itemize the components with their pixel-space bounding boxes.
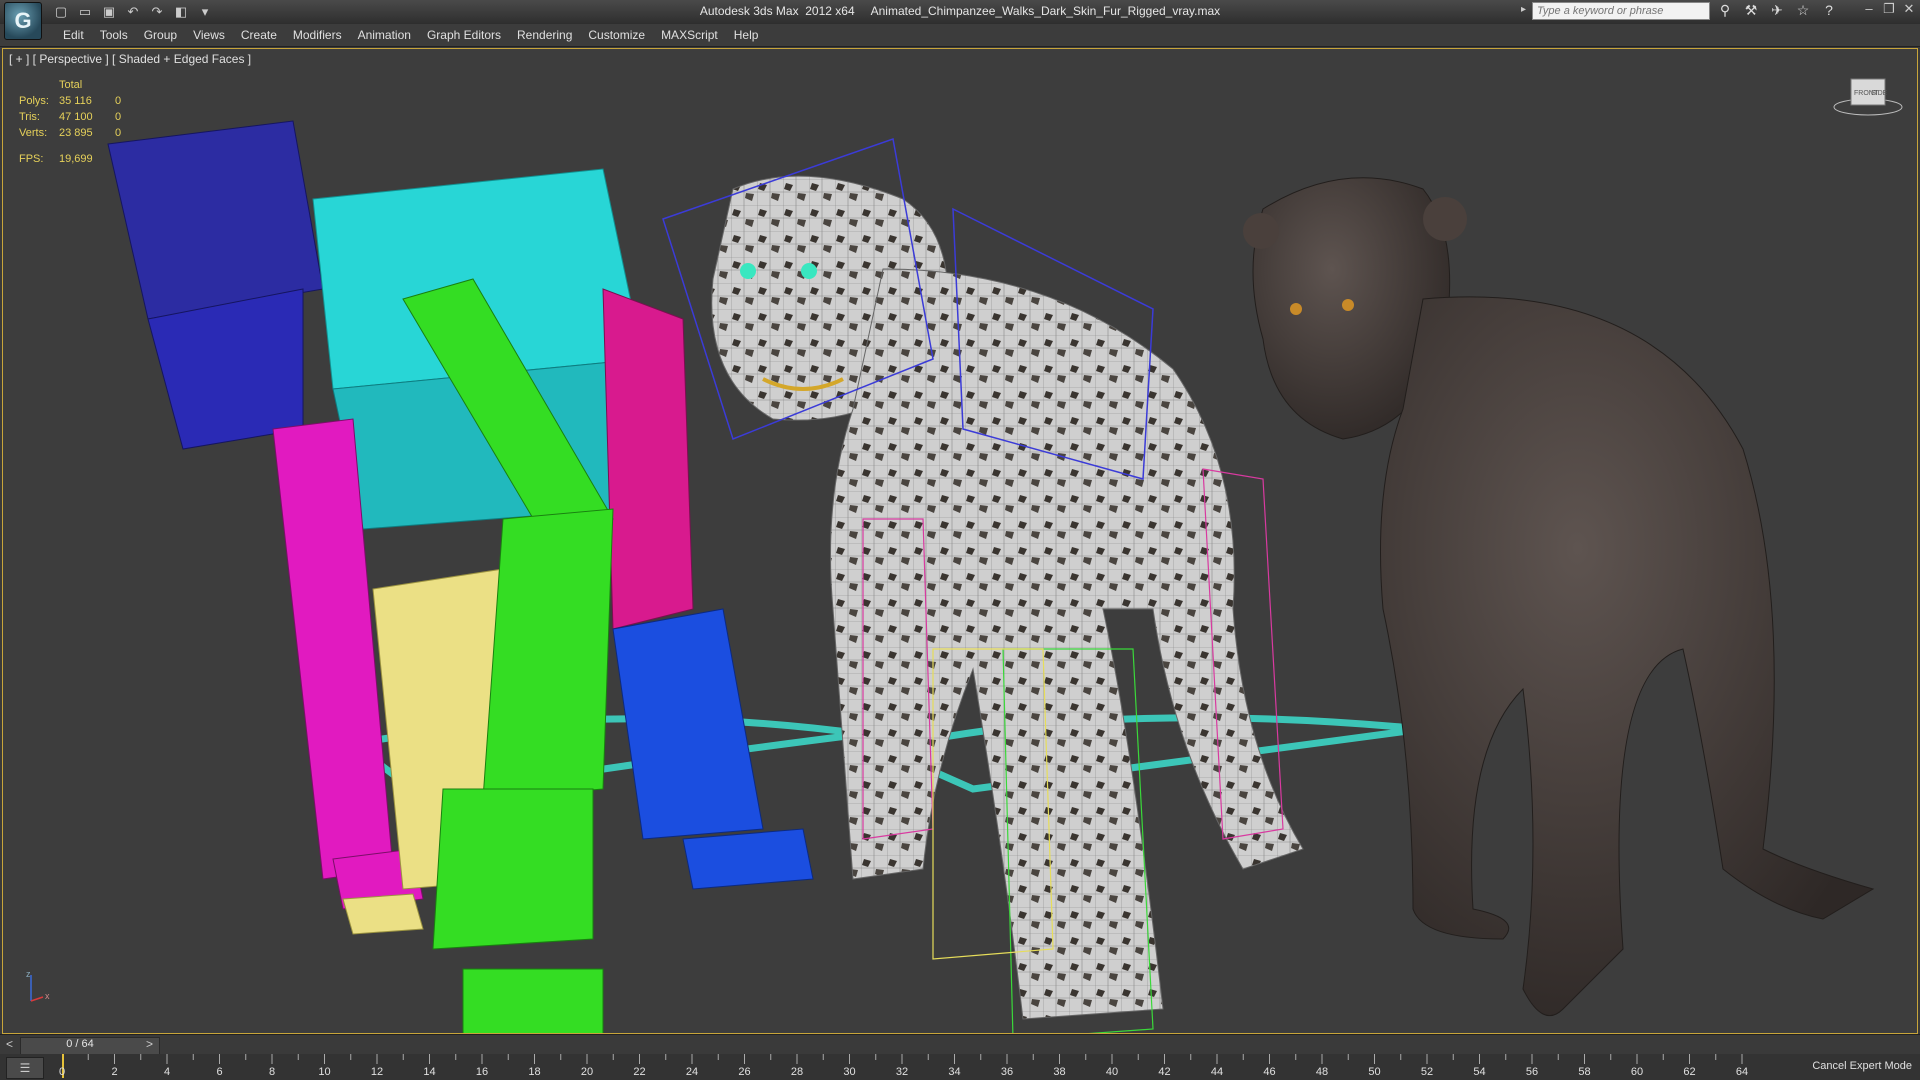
ruler-label: 6 [216,1066,223,1078]
menu-tools[interactable]: Tools [92,28,136,42]
perspective-viewport[interactable]: [ + ] [ Perspective ] [ Shaded + Edged F… [2,48,1918,1034]
axis-x-label: x [45,991,50,1001]
scene-render [107,120,1875,1034]
ruler-label: 50 [1368,1066,1381,1078]
ruler-label: 0 [58,1066,66,1078]
next-frame-button[interactable]: > [146,1037,153,1051]
ruler-label: 28 [790,1066,804,1078]
application-menu-button[interactable]: G [4,2,42,40]
menu-modifiers[interactable]: Modifiers [285,28,350,42]
frame-ruler[interactable]: 0 2 4 6 8 10 12 14 16 18 20 22 24 26 28 30 32 34 36 38 40 42 4… [58,1054,1762,1080]
ruler-label: 30 [843,1066,856,1078]
ruler-label: 34 [948,1066,961,1078]
star-icon[interactable]: ☆ [1794,2,1812,19]
menu-rendering[interactable]: Rendering [509,28,580,42]
ruler-label: 2 [111,1066,118,1078]
satellite-icon[interactable]: ✈ [1768,2,1786,19]
app-logo-letter: G [14,8,32,33]
ruler-ticks [62,1054,1743,1078]
ruler-label: 58 [1578,1066,1591,1078]
menu-views[interactable]: Views [185,28,233,42]
menu-help[interactable]: Help [726,28,767,42]
menu-customize[interactable]: Customize [580,28,653,42]
close-icon[interactable]: ✕ [1902,1,1916,17]
mini-curve-editor-icon[interactable]: ☰ [6,1057,44,1079]
ruler-label: 42 [1158,1066,1171,1078]
previous-frame-button[interactable]: < [6,1037,13,1051]
ruler-label: 60 [1630,1066,1644,1078]
ruler-label: 54 [1473,1066,1486,1078]
ruler-label: 10 [318,1066,331,1078]
cancel-expert-mode-button[interactable]: Cancel Expert Mode [1812,1060,1912,1072]
menu-bar: Edit Tools Group Views Create Modifiers … [0,24,1920,47]
ruler-label: 38 [1053,1066,1066,1078]
axis-z-label: z [26,969,31,979]
ruler-label: 22 [633,1066,646,1078]
ruler-label: 40 [1105,1066,1119,1078]
ruler-label: 12 [370,1066,384,1078]
wireframe-mesh-chimp[interactable] [662,138,1304,1034]
ruler-label: 36 [1000,1066,1014,1078]
viewcube[interactable]: FRONT SIDE [1833,73,1903,117]
rendered-chimp[interactable] [1243,177,1875,1017]
menu-animation[interactable]: Animation [350,28,419,42]
menu-graph-editors[interactable]: Graph Editors [419,28,509,42]
wrench-icon[interactable]: ⚒ [1742,2,1760,19]
ruler-label: 44 [1210,1066,1224,1078]
restore-icon[interactable]: ❐ [1882,1,1896,17]
time-slider: < 0 / 64 > [0,1034,1920,1055]
ruler-label: 8 [268,1066,276,1078]
window-controls: – ❐ ✕ [1862,1,1916,17]
ruler-label: 64 [1735,1066,1749,1078]
path-spline-right[interactable] [871,714,1424,793]
ruler-label: 20 [580,1066,594,1078]
infocenter-toolbar: ⚲ ⚒ ✈ ☆ ? [1716,2,1838,19]
frame-display[interactable]: 0 / 64 [20,1038,140,1050]
ruler-label: 26 [738,1066,751,1078]
menu-edit[interactable]: Edit [55,28,92,42]
ruler-label: 48 [1315,1066,1329,1078]
binoculars-icon[interactable]: ⚲ [1716,2,1734,19]
track-bar: ☰ 0 2 4 6 8 10 12 14 16 18 20 22 24 26 28 30 32 34 36 38 40 4… [0,1054,1920,1080]
menu-group[interactable]: Group [136,28,185,42]
ruler-label: 62 [1683,1066,1696,1078]
menu-create[interactable]: Create [233,28,285,42]
help-icon[interactable]: ? [1820,2,1838,19]
ruler-label: 56 [1525,1066,1539,1078]
search-input[interactable] [1532,2,1710,20]
ruler-label: 24 [685,1066,699,1078]
ruler-label: 52 [1420,1066,1434,1078]
search-expand-icon[interactable]: ▸ [1521,4,1526,15]
ruler-label: 14 [423,1066,436,1078]
ruler-label: 18 [528,1066,541,1078]
ruler-label: 46 [1263,1066,1276,1078]
menu-maxscript[interactable]: MAXScript [653,28,726,42]
axis-tripod-icon: z x [23,969,63,1009]
ruler-label: 4 [163,1066,171,1078]
rig-bones-chimp[interactable] [107,120,814,1034]
ruler-label: 32 [895,1066,909,1078]
viewcube-side-label: SIDE [1871,90,1888,97]
title-bar: ▢ ▭ ▣ ↶ ↷ ◧ ▾ Autodesk 3ds Max 2012 x64 … [0,0,1920,25]
ruler-label: 16 [475,1066,489,1078]
minimize-icon[interactable]: – [1862,1,1876,17]
